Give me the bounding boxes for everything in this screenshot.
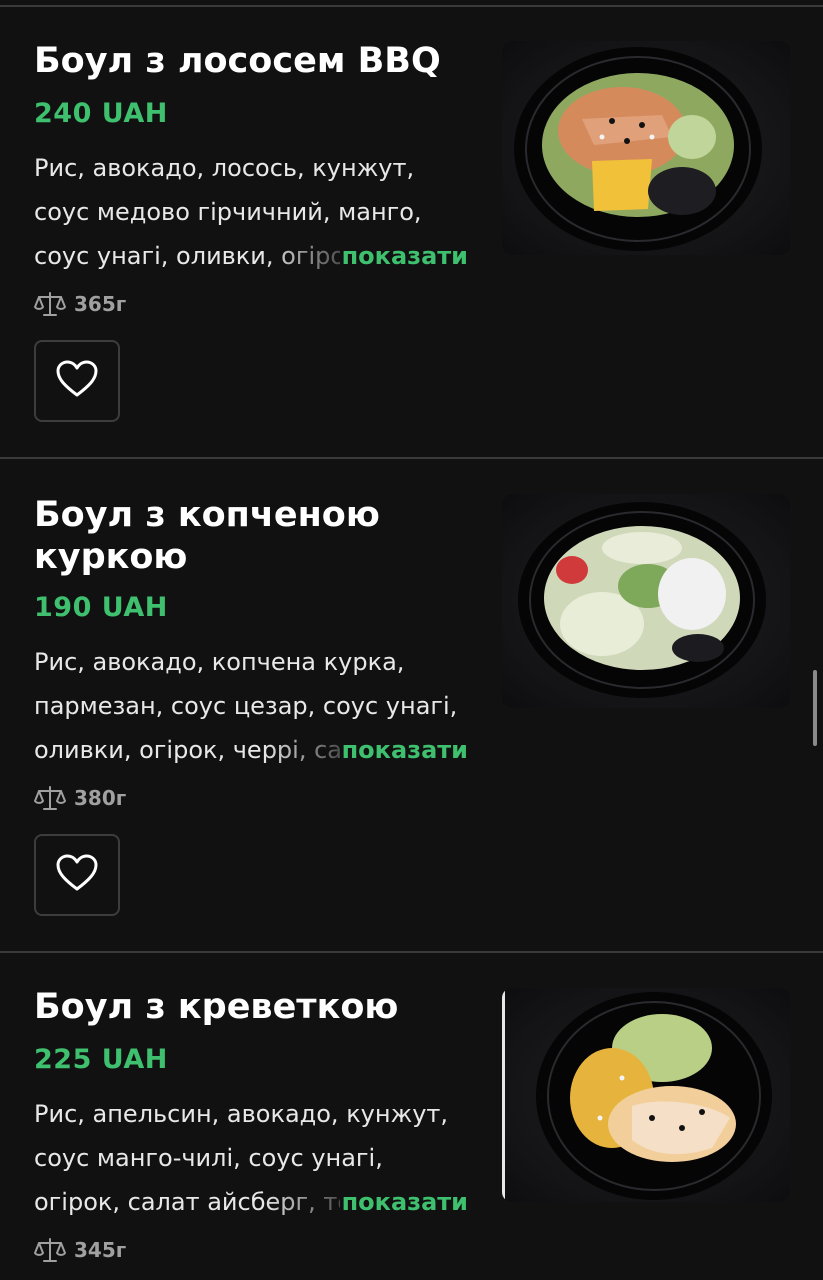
heart-outline-icon <box>55 359 99 403</box>
scale-icon <box>34 1236 66 1264</box>
scrollbar[interactable] <box>813 670 817 746</box>
item-title: Боул з копченою куркою <box>34 494 474 578</box>
divider <box>0 951 823 953</box>
shrimp-bowl-image <box>502 988 772 1202</box>
description-line: соус манго-чилі, соус унагі, <box>34 1144 383 1172</box>
favorite-button[interactable] <box>34 340 120 422</box>
item-photo[interactable] <box>502 494 790 708</box>
item-description: Рис, авокадо, лосось, кунжут, соус медов… <box>34 146 474 278</box>
item-description: Рис, авокадо, копчена курка, пармезан, с… <box>34 640 474 772</box>
item-weight: 380г <box>34 784 126 812</box>
divider <box>0 5 823 7</box>
weight-value: 380г <box>74 786 127 810</box>
description-line: Рис, авокадо, копчена курка, <box>34 648 405 676</box>
show-more-link[interactable]: показати <box>339 234 468 278</box>
item-title-line: Боул з лососем BBQ <box>34 41 441 81</box>
item-weight: 345г <box>34 1236 126 1264</box>
item-weight: 365г <box>34 290 126 318</box>
show-more-link[interactable]: показати <box>339 728 468 772</box>
item-price: 225 UAH <box>34 1044 168 1075</box>
item-price: 190 UAH <box>34 592 168 623</box>
description-line-truncated: соус унагі, оливки, огірок показати <box>34 234 474 278</box>
weight-value: 345г <box>74 1238 127 1262</box>
show-more-link[interactable]: показати <box>339 1180 468 1224</box>
item-title: Боул з креветкою <box>34 986 474 1028</box>
description-line: соус медово гірчичний, манго, <box>34 198 422 226</box>
chicken-bowl-image <box>518 502 766 698</box>
description-line-truncated: оливки, огірок, черрі, салат показати <box>34 728 474 772</box>
scale-icon <box>34 290 66 318</box>
item-price: 240 UAH <box>34 98 168 129</box>
item-photo[interactable] <box>502 988 790 1202</box>
salmon-bowl-image <box>514 47 762 251</box>
item-title: Боул з лососем BBQ <box>34 40 474 82</box>
scale-icon <box>34 784 66 812</box>
divider <box>0 457 823 459</box>
favorite-button[interactable] <box>34 834 120 916</box>
item-title-line: куркою <box>34 537 188 577</box>
description-line: Рис, авокадо, лосось, кунжут, <box>34 154 415 182</box>
description-line: Рис, апельсин, авокадо, кунжут, <box>34 1100 449 1128</box>
heart-outline-icon <box>55 853 99 897</box>
item-description: Рис, апельсин, авокадо, кунжут, соус ман… <box>34 1092 474 1224</box>
weight-value: 365г <box>74 292 127 316</box>
item-photo[interactable] <box>502 41 790 255</box>
description-line-truncated: огірок, салат айсберг, тобіко показати <box>34 1180 474 1224</box>
description-line: пармезан, соус цезар, соус унагі, <box>34 692 458 720</box>
menu-page: Боул з лососем BBQ 240 UAH Рис, авокадо,… <box>0 0 823 1280</box>
item-title-line: Боул з креветкою <box>34 987 399 1027</box>
item-title-line: Боул з копченою <box>34 495 380 535</box>
